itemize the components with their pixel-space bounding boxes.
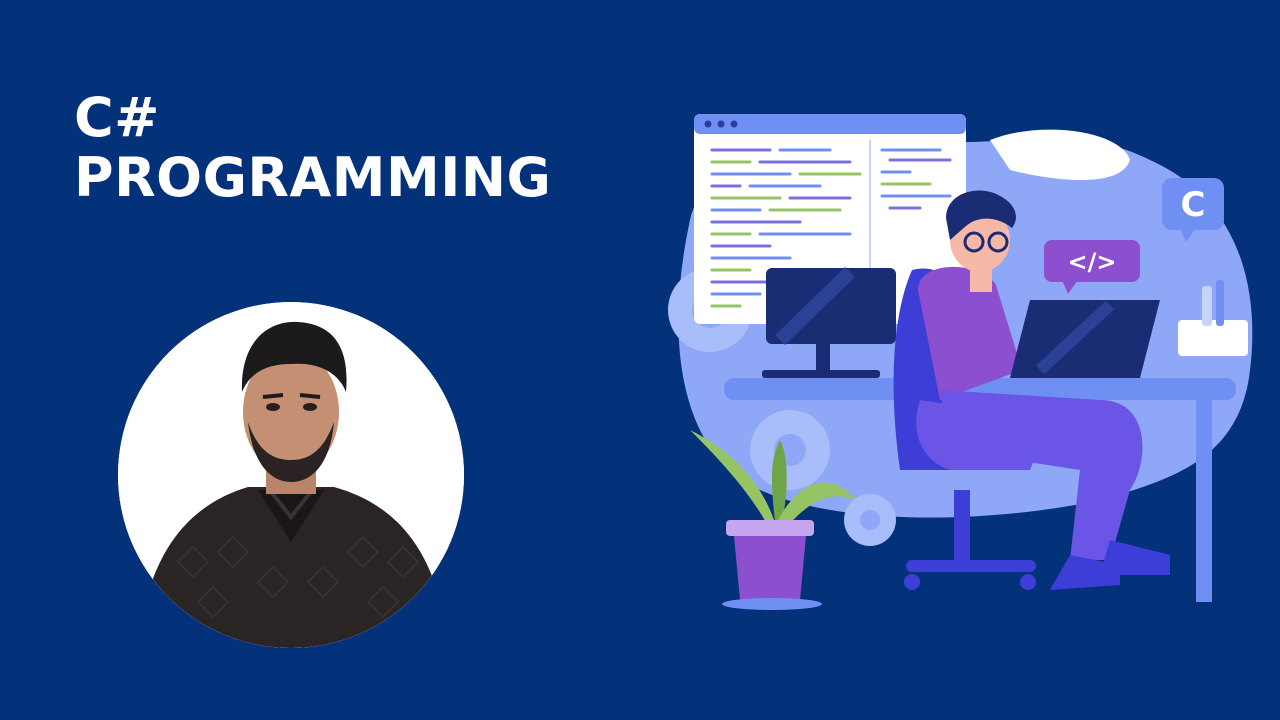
slide-title: C# PROGRAMMING	[74, 88, 551, 208]
code-tag-text: </>	[1068, 248, 1117, 276]
person-portrait	[118, 302, 464, 648]
title-line-csharp: C#	[74, 86, 160, 149]
title-line-programming: PROGRAMMING	[74, 146, 552, 209]
developer-illustration: C </>	[650, 100, 1270, 620]
presenter-portrait	[118, 302, 464, 648]
c-badge-letter: C	[1181, 185, 1206, 225]
